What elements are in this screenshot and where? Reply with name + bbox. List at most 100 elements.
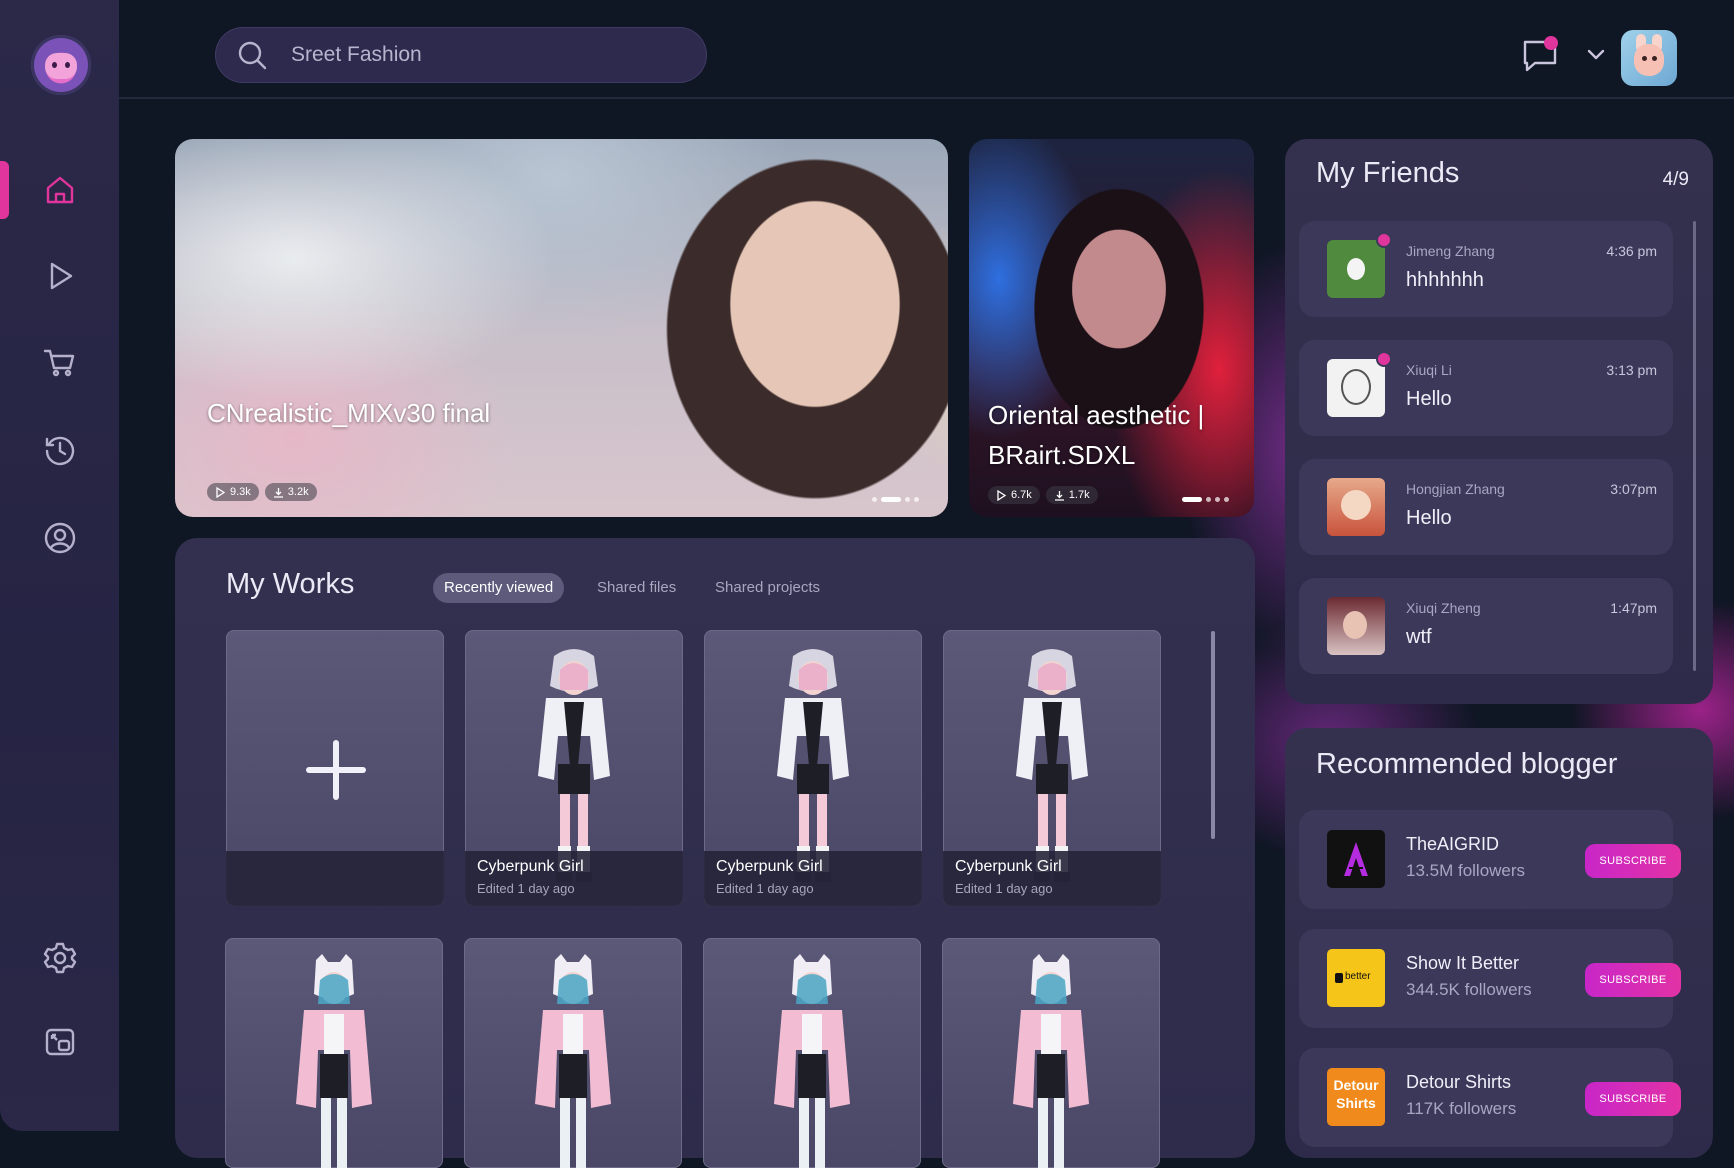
hero-title: CNrealistic_MIXv30 final [207,398,491,428]
tab-shared-projects[interactable]: Shared projects [704,573,831,603]
friend-last-message: Hello [1406,388,1452,410]
views-count: 9.3k [230,486,251,498]
friends-scrollbar[interactable] [1693,221,1696,671]
character-figure [1016,649,1088,882]
carousel-dot[interactable] [914,497,919,502]
card-title: Cyberpunk Girl [477,858,584,875]
hero-card-1[interactable]: CNrealistic_MIXv30 final 9.3k 3.2k [175,139,948,517]
carousel-dot[interactable] [1224,497,1229,502]
friend-last-message: hhhhhhh [1406,269,1484,291]
logo-eye [52,62,57,68]
hero-card-2[interactable]: Oriental aesthetic | BRairt.SDXL 6.7k 1.… [969,139,1254,517]
card-edited-time: Edited 1 day ago [955,881,1053,896]
nav-picture-in-picture[interactable] [0,1010,119,1074]
blogger-item[interactable]: Detour Shirts Detour Shirts 117K followe… [1299,1048,1681,1147]
recommended-blogger-panel: Recommended blogger TheAIGRID 13.5M foll… [1285,728,1713,1158]
blogger-followers: 117K followers [1406,1099,1517,1118]
work-card[interactable] [464,938,682,1168]
carousel-dot-active[interactable] [1182,497,1202,502]
tab-recently-viewed[interactable]: Recently viewed [433,573,565,603]
work-card[interactable] [225,938,443,1168]
downloads-stat: 3.2k [264,483,317,501]
friend-item[interactable]: Xiuqi Zheng wtf 1:47pm [1299,578,1673,674]
nav-settings[interactable] [0,926,119,990]
subscribe-button[interactable]: SUBSCRIBE [1585,963,1681,997]
my-friends-title: My Friends [1316,157,1460,189]
new-work-card[interactable] [226,630,444,906]
work-card[interactable] [703,938,921,1168]
app-logo[interactable] [31,35,91,95]
logo-eye [65,62,70,68]
carousel-dot[interactable] [872,497,877,502]
nav-play[interactable] [0,244,119,308]
character-figure [535,954,611,1168]
blogger-item[interactable]: TheAIGRID 13.5M followers SUBSCRIBE [1299,810,1681,909]
blogger-name: Detour Shirts [1406,1072,1512,1092]
hero-title: Oriental aesthetic | BRairt.SDXL [988,400,1205,470]
character-figure [538,649,610,882]
gear-icon [43,942,76,974]
friend-item[interactable]: Hongjian Zhang Hello 3:07pm [1299,459,1673,555]
logo-face [45,53,77,79]
friend-last-message: Hello [1406,507,1452,529]
nav-profile[interactable] [0,506,119,570]
topbar-divider [119,97,1734,99]
carousel-dot-active[interactable] [881,497,901,502]
works-scrollbar[interactable] [1211,631,1215,839]
tab-shared-files[interactable]: Shared files [586,573,687,603]
my-works-panel: My Works Recently viewed Shared files Sh… [175,538,1255,1168]
subscribe-button[interactable]: SUBSCRIBE [1585,844,1681,878]
play-icon [997,489,1007,501]
play-icon [50,262,72,290]
work-card[interactable]: Cyberpunk Girl Edited 1 day ago [465,630,683,906]
work-card[interactable]: Cyberpunk Girl Edited 1 day ago [943,630,1161,906]
carousel-dots[interactable] [872,497,919,502]
play-icon [216,486,226,498]
card-title: Cyberpunk Girl [955,858,1062,875]
nav-history[interactable] [0,418,119,482]
my-works-title: My Works [226,568,355,600]
blogger-item[interactable]: better Show It Better 344.5K followers S… [1299,929,1681,1028]
search-input[interactable] [289,42,673,68]
search-bar[interactable] [215,27,707,83]
carousel-dot[interactable] [905,497,910,502]
views-stat: 9.3k [207,483,259,501]
friend-avatar [1327,478,1385,536]
carousel-dot[interactable] [1215,497,1220,502]
chevron-down-icon[interactable] [1585,45,1607,63]
friend-message-time: 3:13 pm [1606,362,1657,378]
avatar-eye [1642,56,1647,61]
hero-stats: 9.3k 3.2k [207,483,317,501]
online-status-dot [1378,353,1390,365]
avatar-face [1634,44,1664,76]
friend-item[interactable]: Xiuqi Li Hello 3:13 pm [1299,340,1673,436]
work-card[interactable] [942,938,1160,1168]
nav-cart[interactable] [0,330,119,394]
character-figure [774,954,850,1168]
character-figure [296,954,372,1168]
history-icon [45,436,74,466]
subscribe-button[interactable]: SUBSCRIBE [1585,1082,1681,1116]
friend-name: Xiuqi Zheng [1406,600,1481,616]
carousel-dots[interactable] [1182,497,1229,502]
friend-last-message: wtf [1406,626,1432,648]
blogger-logo: Detour Shirts [1327,1068,1385,1126]
picture-in-picture-icon [45,1028,74,1056]
friend-name: Hongjian Zhang [1406,481,1505,497]
downloads-count: 1.7k [1068,489,1090,501]
home-icon [46,176,73,204]
downloads-stat: 1.7k [1045,486,1098,504]
views-stat: 6.7k [988,486,1040,504]
download-icon [273,487,283,498]
nav-home[interactable] [0,158,119,222]
my-friends-panel: My Friends 4/9 Jimeng Zhang hhhhhhh 4:36… [1285,139,1713,704]
plus-icon [306,740,366,800]
carousel-dot[interactable] [1206,497,1211,502]
logo-mark [1335,973,1343,983]
download-icon [1054,490,1064,501]
work-card[interactable]: Cyberpunk Girl Edited 1 day ago [704,630,922,906]
blogger-followers: 13.5M followers [1406,861,1526,880]
friend-item[interactable]: Jimeng Zhang hhhhhhh 4:36 pm [1299,221,1673,317]
online-status-dot [1378,234,1390,246]
user-avatar[interactable] [1621,30,1677,86]
